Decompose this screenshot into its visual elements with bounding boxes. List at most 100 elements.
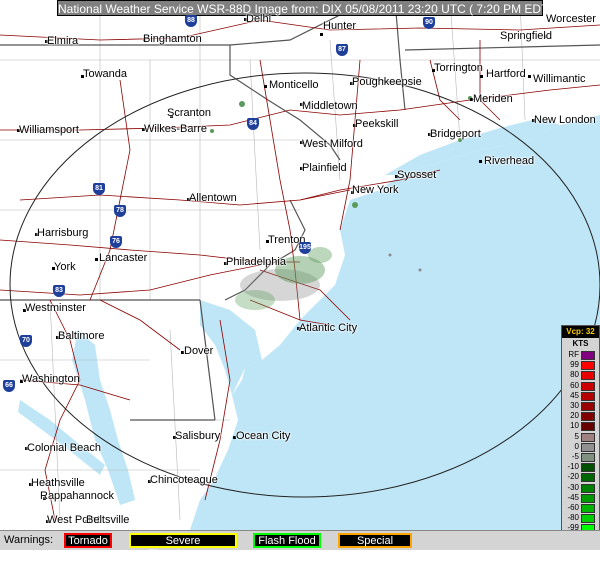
city-label-monticello: Monticello xyxy=(269,79,319,91)
city-label-torrington: Torrington xyxy=(434,62,483,74)
legend-row-label: 80 xyxy=(570,370,579,380)
interstate-shield-90: 90 xyxy=(423,17,435,29)
interstate-shield-81: 81 xyxy=(93,183,105,195)
city-label-philadelphia: Philadelphia xyxy=(226,256,286,268)
city-label-riverhead: Riverhead xyxy=(484,155,535,167)
legend-row: -20 xyxy=(562,472,599,483)
city-label-towanda: Towanda xyxy=(83,68,128,80)
city-label-ocean-city: Ocean City xyxy=(236,430,291,442)
city-label-willimantic: Willimantic xyxy=(533,73,586,85)
interstate-shield-195: 195 xyxy=(299,242,311,254)
legend-row: 99 xyxy=(562,360,599,371)
warning-tornado: Tornado xyxy=(64,533,112,548)
legend-color-swatch xyxy=(581,361,595,371)
city-label-colonial-beach: Colonial Beach xyxy=(27,442,101,454)
legend-row-label: 10 xyxy=(570,421,579,431)
warning-severe-thunderstorm: Severe Thunderstorm xyxy=(129,533,237,560)
legend-color-swatch xyxy=(581,483,595,493)
city-label-wilkes-barre: Wilkes-Barre xyxy=(144,123,207,135)
city-label-poughkeepsie: Poughkeepsie xyxy=(352,76,422,88)
velocity-legend: Vcp: 32 KTS RF 99 80 60 45 30 20 10 5 0 -5 -10 -20 -3… xyxy=(561,325,600,546)
interstate-shield-70: 70 xyxy=(20,335,32,347)
legend-row-label: -45 xyxy=(567,492,579,502)
legend-color-swatch xyxy=(581,493,595,503)
city-label-syosset: Syosset xyxy=(397,169,437,181)
legend-row-label: 60 xyxy=(570,380,579,390)
legend-row-label: 99 xyxy=(570,360,579,370)
legend-row: -60 xyxy=(562,503,599,513)
legend-row-label: 20 xyxy=(570,411,579,421)
legend-color-swatch xyxy=(581,351,595,360)
interstate-shield-84: 84 xyxy=(247,118,259,130)
legend-row: RF xyxy=(562,350,599,360)
city-label-harrisburg: Harrisburg xyxy=(37,227,89,239)
image-title-bar: National Weather Service WSR-88D Image f… xyxy=(57,0,553,16)
legend-row-label: 5 xyxy=(574,431,579,441)
legend-row: 45 xyxy=(562,391,599,401)
legend-row: 80 xyxy=(562,370,599,381)
legend-row: 10 xyxy=(562,421,599,432)
legend-row: -80 xyxy=(562,513,599,524)
city-label-hartford: Hartford xyxy=(486,68,526,80)
legend-row: 60 xyxy=(562,381,599,391)
warnings-bar: Warnings: Tornado Severe Thunderstorm Fl… xyxy=(0,530,600,560)
interstate-shield-66: 66 xyxy=(3,380,15,392)
legend-color-swatch xyxy=(581,473,595,483)
city-label-new-london: New London xyxy=(534,114,596,126)
legend-row-label: -80 xyxy=(567,513,579,523)
legend-color-swatch xyxy=(581,402,595,411)
legend-row: -10 xyxy=(562,462,599,473)
city-label-baltimore: Baltimore xyxy=(58,330,105,342)
legend-row: 30 xyxy=(562,401,599,411)
city-label-scranton: Scranton xyxy=(167,107,212,119)
legend-row: -30 xyxy=(562,483,599,493)
legend-color-swatch xyxy=(581,391,595,401)
legend-row-label: 45 xyxy=(570,390,579,400)
legend-units-label: KTS xyxy=(572,339,589,348)
city-label-west-milford: West Milford xyxy=(302,138,363,150)
legend-row-label: 30 xyxy=(570,401,579,410)
city-label-westminster: Westminster xyxy=(25,302,86,314)
legend-row: 5 xyxy=(562,432,599,442)
legend-color-swatch xyxy=(581,504,595,513)
legend-row: -5 xyxy=(562,452,599,462)
legend-row-label: -20 xyxy=(567,472,579,482)
city-label-delhi: Delhi xyxy=(246,13,272,25)
city-label-york: York xyxy=(54,261,76,273)
interstate-shield-87: 87 xyxy=(336,44,348,56)
city-label-lancaster: Lancaster xyxy=(99,252,148,264)
city-label-bridgeport: Bridgeport xyxy=(430,128,481,140)
city-label-heathsville: Heathsville xyxy=(31,477,85,489)
legend-row: 0 xyxy=(562,442,599,452)
legend-color-swatch xyxy=(581,432,595,442)
interstate-shield-76: 76 xyxy=(110,236,122,248)
interstate-shield-78: 78 xyxy=(114,205,126,217)
city-label-dover: Dover xyxy=(184,345,214,357)
legend-color-swatch xyxy=(581,453,595,462)
city-label-hunter: Hunter xyxy=(323,20,357,32)
city-label-salisbury: Salisbury xyxy=(175,430,221,442)
legend-row-label: -10 xyxy=(567,462,579,472)
city-label-chincoteague: Chincoteague xyxy=(150,474,218,486)
city-label-beltsville: Beltsville xyxy=(86,514,130,526)
warning-flash-flood: Flash Flood xyxy=(253,533,321,548)
city-label-atlantic-city: Atlantic City xyxy=(299,322,358,334)
legend-vcp-header: Vcp: 32 xyxy=(562,326,599,338)
city-label-williamsport: Williamsport xyxy=(19,124,79,136)
city-label-rappahannock: Rappahannock xyxy=(40,490,115,502)
city-label-binghamton: Binghamton xyxy=(143,33,202,45)
city-label-middletown: Middletown xyxy=(302,100,358,112)
legend-row-label: -60 xyxy=(567,503,579,512)
legend-color-swatch xyxy=(581,381,595,391)
city-label-washington: Washington xyxy=(22,373,80,385)
city-label-meriden: Meriden xyxy=(473,93,513,105)
legend-row-label: RF xyxy=(568,350,579,359)
legend-color-swatch xyxy=(581,514,595,524)
legend-color-swatch xyxy=(581,412,595,422)
warning-special-marine: Special Marine xyxy=(338,533,412,560)
legend-color-swatch xyxy=(581,463,595,473)
city-label-new-york: New York xyxy=(352,184,399,196)
city-label-elmira: Elmira xyxy=(47,35,79,47)
city-label-peekskill: Peekskill xyxy=(355,118,399,130)
legend-row: -45 xyxy=(562,493,599,503)
